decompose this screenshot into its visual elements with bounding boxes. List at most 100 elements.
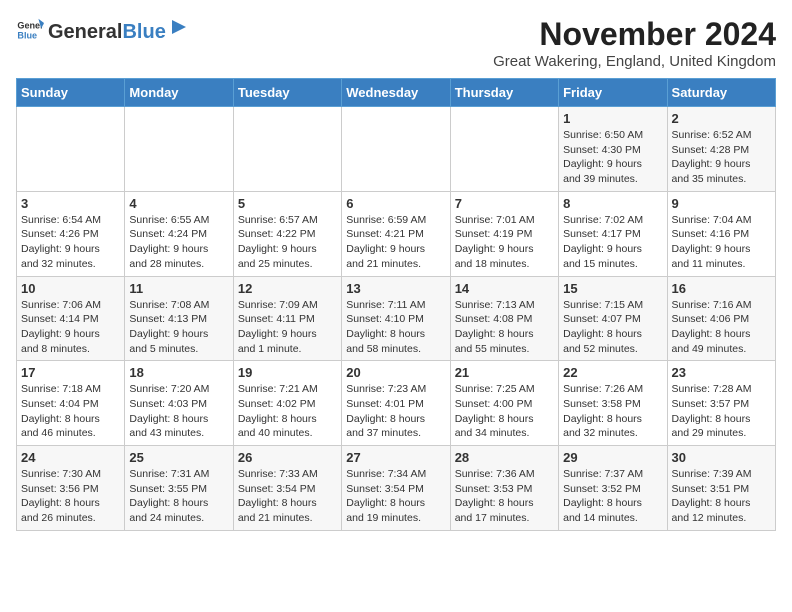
calendar-cell: 16 Sunrise: 7:16 AM Sunset: 4:06 PM Dayli… <box>667 276 775 361</box>
calendar-cell: 29Sunrise: 7:37 AM Sunset: 3:52 PM Dayli… <box>559 446 667 531</box>
calendar-cell: 26 Sunrise: 7:33 AM Sunset: 3:54 PM Dayli… <box>233 446 341 531</box>
day-number: 9 <box>672 196 771 211</box>
calendar-table: SundayMondayTuesdayWednesdayThursdayFrid… <box>16 78 776 531</box>
calendar-cell: 8Sunrise: 7:02 AM Sunset: 4:17 PM Daylig… <box>559 191 667 276</box>
month-title: November 2024 <box>493 16 776 53</box>
calendar-cell: 23 Sunrise: 7:28 AM Sunset: 3:57 PM Dayli… <box>667 361 775 446</box>
calendar-cell: 17 Sunrise: 7:18 AM Sunset: 4:04 PM Dayli… <box>17 361 125 446</box>
calendar-cell: 6 Sunrise: 6:59 AM Sunset: 4:21 PM Daylig… <box>342 191 450 276</box>
day-info: Sunrise: 6:52 AM Sunset: 4:28 PM Dayligh… <box>672 128 771 187</box>
day-number: 2 <box>672 111 771 126</box>
day-info: Sunrise: 7:34 AM Sunset: 3:54 PM Dayligh… <box>346 467 445 526</box>
day-number: 20 <box>346 365 445 380</box>
logo-icon: General Blue <box>16 16 44 44</box>
day-number: 22 <box>563 365 662 380</box>
calendar-cell <box>233 107 341 192</box>
day-number: 15 <box>563 281 662 296</box>
day-info: Sunrise: 7:30 AM Sunset: 3:56 PM Dayligh… <box>21 467 120 526</box>
calendar-cell: 25Sunrise: 7:31 AM Sunset: 3:55 PM Dayli… <box>125 446 233 531</box>
day-info: Sunrise: 6:54 AM Sunset: 4:26 PM Dayligh… <box>21 213 120 272</box>
day-info: Sunrise: 7:23 AM Sunset: 4:01 PM Dayligh… <box>346 382 445 441</box>
day-number: 27 <box>346 450 445 465</box>
location-title: Great Wakering, England, United Kingdom <box>493 53 776 70</box>
calendar-cell <box>450 107 558 192</box>
calendar-cell: 22 Sunrise: 7:26 AM Sunset: 3:58 PM Dayli… <box>559 361 667 446</box>
day-number: 19 <box>238 365 337 380</box>
weekday-header: Monday <box>125 79 233 107</box>
calendar-cell: 3 Sunrise: 6:54 AM Sunset: 4:26 PM Daylig… <box>17 191 125 276</box>
title-area: November 2024 Great Wakering, England, U… <box>493 16 776 70</box>
day-number: 23 <box>672 365 771 380</box>
weekday-header: Tuesday <box>233 79 341 107</box>
calendar-cell: 10 Sunrise: 7:06 AM Sunset: 4:14 PM Dayli… <box>17 276 125 361</box>
calendar-cell: 1 Sunrise: 6:50 AM Sunset: 4:30 PM Daylig… <box>559 107 667 192</box>
day-info: Sunrise: 7:28 AM Sunset: 3:57 PM Dayligh… <box>672 382 771 441</box>
calendar-cell: 27 Sunrise: 7:34 AM Sunset: 3:54 PM Dayli… <box>342 446 450 531</box>
day-info: Sunrise: 7:18 AM Sunset: 4:04 PM Dayligh… <box>21 382 120 441</box>
calendar-cell <box>125 107 233 192</box>
day-info: Sunrise: 7:26 AM Sunset: 3:58 PM Dayligh… <box>563 382 662 441</box>
day-info: Sunrise: 7:01 AM Sunset: 4:19 PM Dayligh… <box>455 213 554 272</box>
calendar-cell: 5Sunrise: 6:57 AM Sunset: 4:22 PM Daylig… <box>233 191 341 276</box>
day-info: Sunrise: 7:16 AM Sunset: 4:06 PM Dayligh… <box>672 298 771 357</box>
weekday-header: Saturday <box>667 79 775 107</box>
calendar-cell <box>342 107 450 192</box>
day-number: 26 <box>238 450 337 465</box>
day-number: 8 <box>563 196 662 211</box>
calendar-cell: 24 Sunrise: 7:30 AM Sunset: 3:56 PM Dayli… <box>17 446 125 531</box>
calendar-cell: 2 Sunrise: 6:52 AM Sunset: 4:28 PM Daylig… <box>667 107 775 192</box>
day-info: Sunrise: 6:59 AM Sunset: 4:21 PM Dayligh… <box>346 213 445 272</box>
day-number: 3 <box>21 196 120 211</box>
calendar-week-row: 1 Sunrise: 6:50 AM Sunset: 4:30 PM Daylig… <box>17 107 776 192</box>
calendar-cell: 18 Sunrise: 7:20 AM Sunset: 4:03 PM Dayli… <box>125 361 233 446</box>
calendar-cell: 30 Sunrise: 7:39 AM Sunset: 3:51 PM Dayli… <box>667 446 775 531</box>
calendar-week-row: 3 Sunrise: 6:54 AM Sunset: 4:26 PM Daylig… <box>17 191 776 276</box>
calendar-cell: 15 Sunrise: 7:15 AM Sunset: 4:07 PM Dayli… <box>559 276 667 361</box>
day-info: Sunrise: 7:08 AM Sunset: 4:13 PM Dayligh… <box>129 298 228 357</box>
day-number: 1 <box>563 111 662 126</box>
day-info: Sunrise: 7:20 AM Sunset: 4:03 PM Dayligh… <box>129 382 228 441</box>
day-number: 17 <box>21 365 120 380</box>
day-number: 13 <box>346 281 445 296</box>
day-info: Sunrise: 7:15 AM Sunset: 4:07 PM Dayligh… <box>563 298 662 357</box>
calendar-cell <box>17 107 125 192</box>
day-info: Sunrise: 7:09 AM Sunset: 4:11 PM Dayligh… <box>238 298 337 357</box>
weekday-header: Wednesday <box>342 79 450 107</box>
day-number: 16 <box>672 281 771 296</box>
logo-blue: Blue <box>122 21 165 44</box>
day-info: Sunrise: 7:39 AM Sunset: 3:51 PM Dayligh… <box>672 467 771 526</box>
day-info: Sunrise: 7:13 AM Sunset: 4:08 PM Dayligh… <box>455 298 554 357</box>
day-number: 25 <box>129 450 228 465</box>
calendar-cell: 14Sunrise: 7:13 AM Sunset: 4:08 PM Dayli… <box>450 276 558 361</box>
day-number: 11 <box>129 281 228 296</box>
calendar-cell: 4 Sunrise: 6:55 AM Sunset: 4:24 PM Daylig… <box>125 191 233 276</box>
day-number: 6 <box>346 196 445 211</box>
day-number: 4 <box>129 196 228 211</box>
calendar-cell: 21 Sunrise: 7:25 AM Sunset: 4:00 PM Dayli… <box>450 361 558 446</box>
calendar-cell: 13Sunrise: 7:11 AM Sunset: 4:10 PM Dayli… <box>342 276 450 361</box>
calendar-week-row: 10 Sunrise: 7:06 AM Sunset: 4:14 PM Dayli… <box>17 276 776 361</box>
day-info: Sunrise: 7:06 AM Sunset: 4:14 PM Dayligh… <box>21 298 120 357</box>
day-info: Sunrise: 7:37 AM Sunset: 3:52 PM Dayligh… <box>563 467 662 526</box>
calendar-cell: 20 Sunrise: 7:23 AM Sunset: 4:01 PM Dayli… <box>342 361 450 446</box>
calendar-week-row: 17 Sunrise: 7:18 AM Sunset: 4:04 PM Dayli… <box>17 361 776 446</box>
day-info: Sunrise: 7:33 AM Sunset: 3:54 PM Dayligh… <box>238 467 337 526</box>
day-info: Sunrise: 6:50 AM Sunset: 4:30 PM Dayligh… <box>563 128 662 187</box>
weekday-header: Sunday <box>17 79 125 107</box>
day-info: Sunrise: 7:04 AM Sunset: 4:16 PM Dayligh… <box>672 213 771 272</box>
calendar-cell: 11 Sunrise: 7:08 AM Sunset: 4:13 PM Dayli… <box>125 276 233 361</box>
page-header: General Blue General Blue November 2024 … <box>16 16 776 70</box>
calendar-header: SundayMondayTuesdayWednesdayThursdayFrid… <box>17 79 776 107</box>
day-number: 18 <box>129 365 228 380</box>
calendar-cell: 19Sunrise: 7:21 AM Sunset: 4:02 PM Dayli… <box>233 361 341 446</box>
day-info: Sunrise: 6:55 AM Sunset: 4:24 PM Dayligh… <box>129 213 228 272</box>
svg-text:Blue: Blue <box>17 30 37 40</box>
day-number: 30 <box>672 450 771 465</box>
day-info: Sunrise: 7:25 AM Sunset: 4:00 PM Dayligh… <box>455 382 554 441</box>
day-number: 10 <box>21 281 120 296</box>
day-number: 21 <box>455 365 554 380</box>
calendar-cell: 28Sunrise: 7:36 AM Sunset: 3:53 PM Dayli… <box>450 446 558 531</box>
day-number: 24 <box>21 450 120 465</box>
day-number: 5 <box>238 196 337 211</box>
logo-chevron-icon <box>168 16 190 38</box>
